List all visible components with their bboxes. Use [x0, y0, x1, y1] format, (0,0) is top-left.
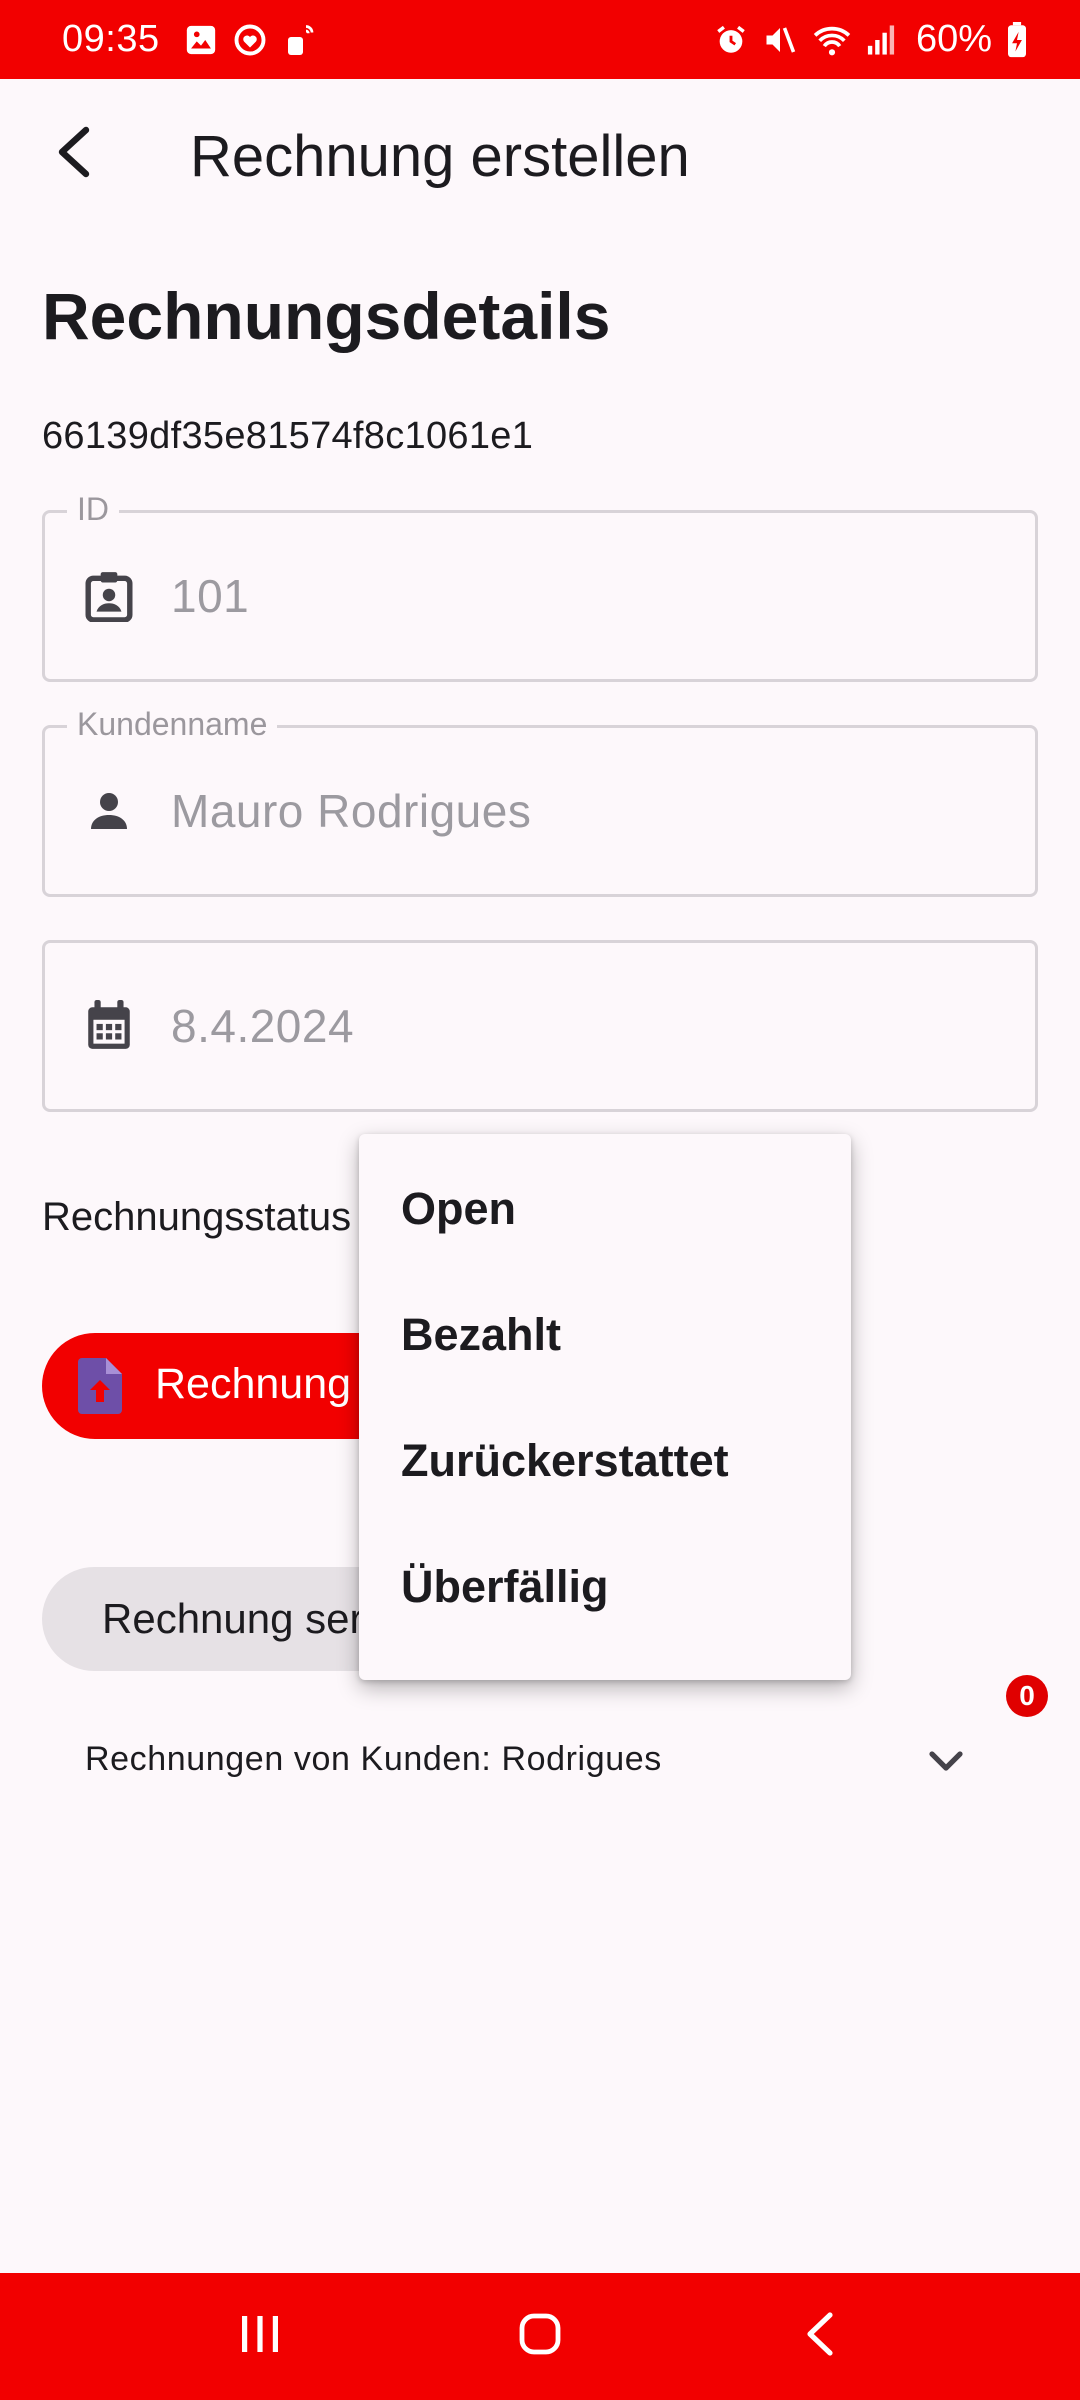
section-title: Rechnungsdetails [42, 279, 611, 353]
battery-icon [1006, 21, 1028, 58]
status-option-paid[interactable]: Bezahlt [359, 1272, 851, 1398]
sim-icon [282, 22, 318, 58]
recent-apps-icon [238, 2314, 282, 2359]
date-field[interactable]: 8.4.2024 [42, 940, 1038, 1112]
status-bar: 09:35 60% [0, 0, 1080, 79]
customer-name-field[interactable]: Kundenname Mauro Rodrigues [42, 706, 1038, 897]
back-button[interactable] [42, 119, 106, 189]
nav-back-icon [804, 2311, 836, 2362]
customer-name-label: Kundenname [67, 706, 278, 743]
customer-name-value: Mauro Rodrigues [171, 785, 532, 837]
mute-icon [762, 22, 798, 58]
gallery-icon [184, 23, 218, 57]
upload-invoice-label: Rechnung a [155, 1360, 387, 1408]
status-bar-left: 09:35 [62, 18, 318, 61]
battery-percentage: 60% [915, 18, 992, 60]
invoice-count-badge: 0 [1006, 1675, 1048, 1717]
status-time: 09:35 [62, 18, 160, 60]
status-option-open[interactable]: Open [359, 1146, 851, 1272]
calendar-icon [81, 998, 137, 1054]
home-button[interactable] [480, 2287, 600, 2387]
signal-icon [866, 24, 896, 56]
status-bar-right: 60% [714, 18, 1028, 61]
invoice-hash: 66139df35e81574f8c1061e1 [42, 415, 534, 457]
invoice-status-label: Rechnungsstatus [42, 1195, 352, 1239]
back-arrow-icon [54, 124, 94, 185]
app-bar: Rechnung erstellen [0, 79, 1080, 229]
status-option-refunded[interactable]: Zurückerstattet [359, 1398, 851, 1524]
status-option-overdue[interactable]: Überfällig [359, 1524, 851, 1650]
system-back-button[interactable] [760, 2287, 880, 2387]
id-field[interactable]: ID 101 [42, 491, 1038, 682]
recent-apps-button[interactable] [200, 2287, 320, 2387]
health-icon [232, 22, 268, 58]
home-icon [518, 2312, 562, 2361]
alarm-icon [714, 23, 748, 57]
file-upload-icon [78, 1358, 122, 1419]
page-title: Rechnung erstellen [190, 124, 690, 189]
system-nav-bar [0, 2273, 1080, 2400]
customer-invoices-expander[interactable]: Rechnungen von Kunden: Rodrigues [42, 1720, 1038, 1800]
id-field-label: ID [67, 491, 119, 528]
badge-icon [81, 568, 137, 624]
person-icon [81, 783, 137, 839]
status-dropdown-menu: Open Bezahlt Zurückerstattet Überfällig [359, 1134, 851, 1680]
send-invoice-label: Rechnung ser [102, 1595, 364, 1642]
chevron-down-icon [922, 1736, 970, 1789]
date-field-value: 8.4.2024 [171, 1000, 355, 1052]
customer-invoices-title: Rechnungen von Kunden: Rodrigues [85, 1740, 662, 1778]
id-field-value: 101 [171, 570, 250, 622]
wifi-icon [812, 23, 852, 57]
